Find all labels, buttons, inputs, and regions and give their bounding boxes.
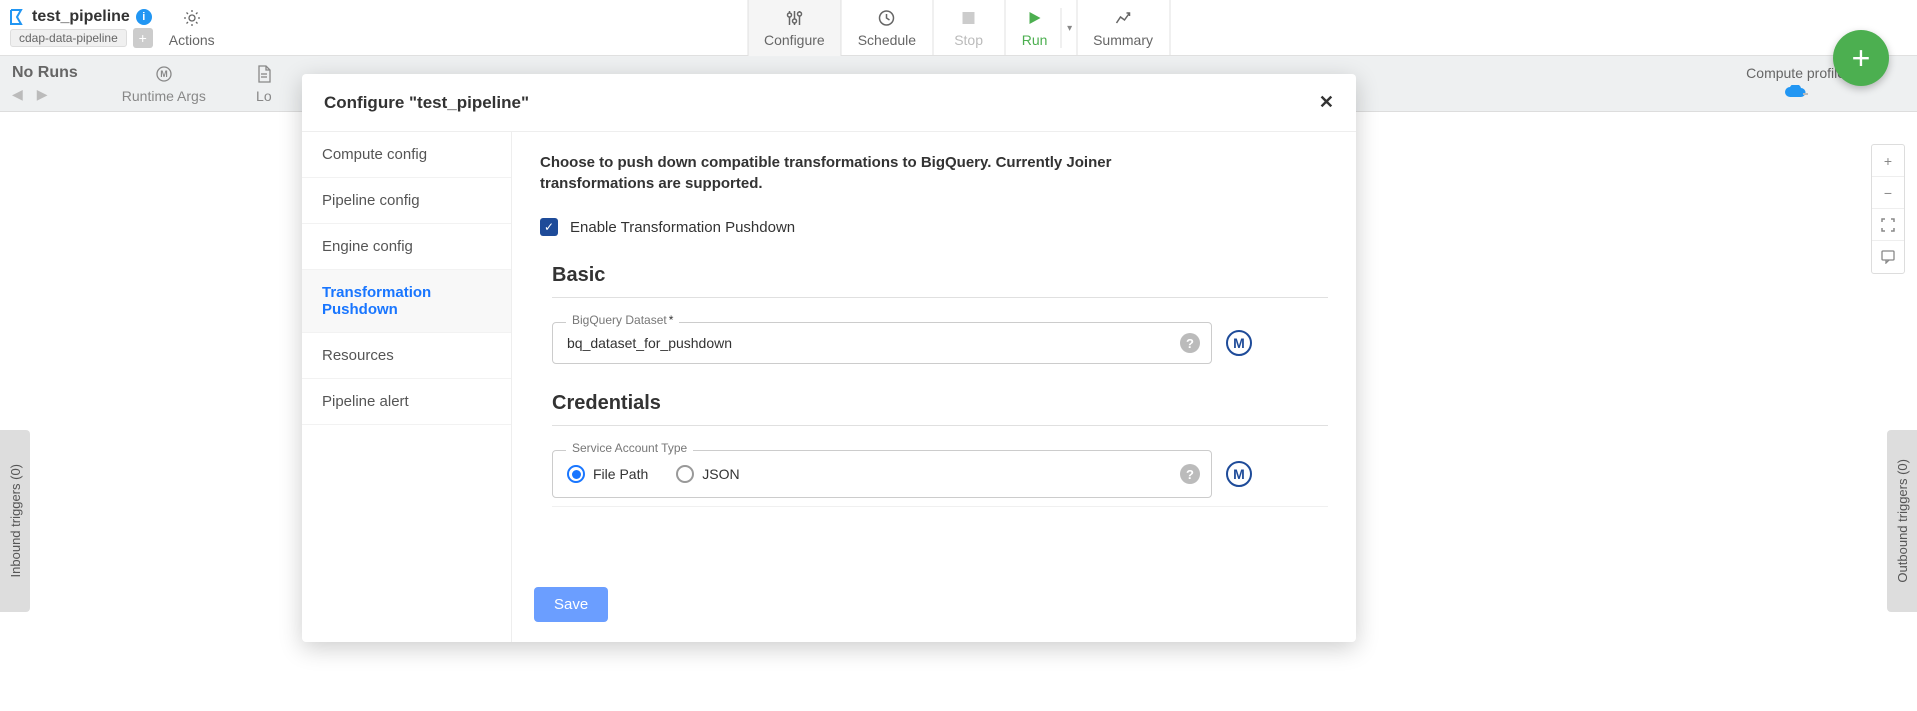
runs-nav: No Runs ◀ ▶ (12, 64, 98, 103)
chart-icon (1114, 8, 1132, 28)
save-button[interactable]: Save (534, 587, 608, 622)
fit-screen-button[interactable] (1872, 209, 1904, 241)
add-tag-button[interactable]: + (133, 28, 153, 48)
macro-icon[interactable]: M (1226, 461, 1252, 487)
summary-label: Summary (1093, 32, 1153, 48)
runtime-args-label: Runtime Args (122, 88, 206, 104)
enable-pushdown-label: Enable Transformation Pushdown (570, 219, 795, 236)
zoom-out-button[interactable]: − (1872, 177, 1904, 209)
macro-circle-icon: M (154, 64, 174, 84)
radio-filepath-input[interactable] (567, 465, 585, 483)
enable-pushdown-checkbox[interactable]: ✓ (540, 218, 558, 236)
stop-button[interactable]: Stop (932, 0, 1004, 56)
run-button[interactable]: Run ▾ (1004, 0, 1076, 56)
modal-header: Configure "test_pipeline" ✕ (302, 74, 1356, 132)
outbound-triggers-label: Outbound triggers (0) (1895, 459, 1910, 583)
svg-text:M: M (160, 69, 168, 79)
add-fab-button[interactable]: + (1833, 30, 1889, 86)
inbound-triggers-tab[interactable]: Inbound triggers (0) (0, 430, 30, 612)
no-runs-label: No Runs (12, 64, 78, 82)
cloud-icon (1783, 85, 1809, 102)
inbound-triggers-label: Inbound triggers (0) (8, 464, 23, 577)
comment-button[interactable] (1872, 241, 1904, 273)
bq-dataset-field-row: BigQuery Dataset* ? M (552, 322, 1328, 364)
nav-transformation-pushdown[interactable]: Transformation Pushdown (302, 270, 511, 333)
bq-dataset-input[interactable] (552, 322, 1212, 364)
configure-modal: Configure "test_pipeline" ✕ Compute conf… (302, 74, 1356, 642)
help-icon[interactable]: ? (1180, 464, 1200, 484)
radio-filepath[interactable]: File Path (567, 465, 648, 483)
pushdown-description: Choose to push down compatible transform… (540, 152, 1180, 194)
info-icon[interactable]: i (136, 9, 152, 25)
service-account-label: Service Account Type (566, 441, 693, 455)
actions-button[interactable]: Actions (153, 2, 231, 54)
basic-section-title: Basic (552, 264, 1328, 298)
bq-dataset-label: BigQuery Dataset* (566, 313, 679, 327)
stop-label: Stop (954, 32, 983, 48)
logs-tab[interactable]: Lo (230, 64, 298, 104)
app-logo-icon (8, 8, 26, 26)
gear-icon (183, 8, 201, 28)
configure-label: Configure (764, 32, 825, 48)
next-run-arrow[interactable]: ▶ (37, 86, 48, 103)
modal-content: Choose to push down compatible transform… (512, 132, 1356, 642)
run-dropdown-caret[interactable]: ▾ (1060, 8, 1072, 48)
actions-label: Actions (169, 32, 215, 48)
service-account-field-row: Service Account Type File Path JSON ? M (552, 450, 1328, 498)
top-toolbar: test_pipeline i cdap-data-pipeline + Con… (0, 0, 1917, 56)
modal-title: Configure "test_pipeline" (324, 93, 529, 113)
configure-button[interactable]: Configure (747, 0, 841, 56)
zoom-in-button[interactable]: + (1872, 145, 1904, 177)
runtime-args-tab[interactable]: M Runtime Args (98, 64, 230, 104)
toolbar-right: Actions (153, 0, 311, 55)
close-icon[interactable]: ✕ (1319, 92, 1334, 113)
schedule-label: Schedule (858, 32, 916, 48)
run-label: Run (1022, 32, 1048, 48)
service-account-radio-group: File Path JSON (552, 450, 1212, 498)
pipeline-name: test_pipeline (32, 8, 130, 26)
nav-resources[interactable]: Resources (302, 333, 511, 379)
pipeline-tag[interactable]: cdap-data-pipeline (10, 29, 127, 47)
modal-nav: Compute config Pipeline config Engine co… (302, 132, 512, 642)
credentials-section-title: Credentials (552, 392, 1328, 426)
radio-json-label: JSON (702, 466, 739, 482)
compute-profile[interactable]: Compute profile (1746, 65, 1845, 102)
nav-pipeline-alert[interactable]: Pipeline alert (302, 379, 511, 425)
toolbar-center: Configure Schedule Stop Run ▾ Summary (747, 0, 1170, 56)
summary-button[interactable]: Summary (1076, 0, 1170, 56)
macro-icon[interactable]: M (1226, 330, 1252, 356)
outbound-triggers-tab[interactable]: Outbound triggers (0) (1887, 430, 1917, 612)
nav-engine-config[interactable]: Engine config (302, 224, 511, 270)
pipeline-info: test_pipeline i cdap-data-pipeline + (0, 0, 153, 55)
document-icon (254, 64, 274, 84)
nav-pipeline-config[interactable]: Pipeline config (302, 178, 511, 224)
help-icon[interactable]: ? (1180, 333, 1200, 353)
schedule-button[interactable]: Schedule (841, 0, 932, 56)
nav-compute-config[interactable]: Compute config (302, 132, 511, 178)
radio-json-input[interactable] (676, 465, 694, 483)
sliders-icon (785, 8, 803, 28)
radio-filepath-label: File Path (593, 466, 648, 482)
radio-json[interactable]: JSON (676, 465, 739, 483)
compute-profile-label: Compute profile (1746, 65, 1845, 81)
logs-label: Lo (256, 88, 272, 104)
canvas-controls: + − (1871, 144, 1905, 274)
enable-pushdown-row: ✓ Enable Transformation Pushdown (540, 218, 1328, 236)
prev-run-arrow[interactable]: ◀ (12, 86, 23, 103)
stop-icon (962, 8, 976, 28)
clock-icon (878, 8, 896, 28)
play-icon (1027, 8, 1043, 28)
